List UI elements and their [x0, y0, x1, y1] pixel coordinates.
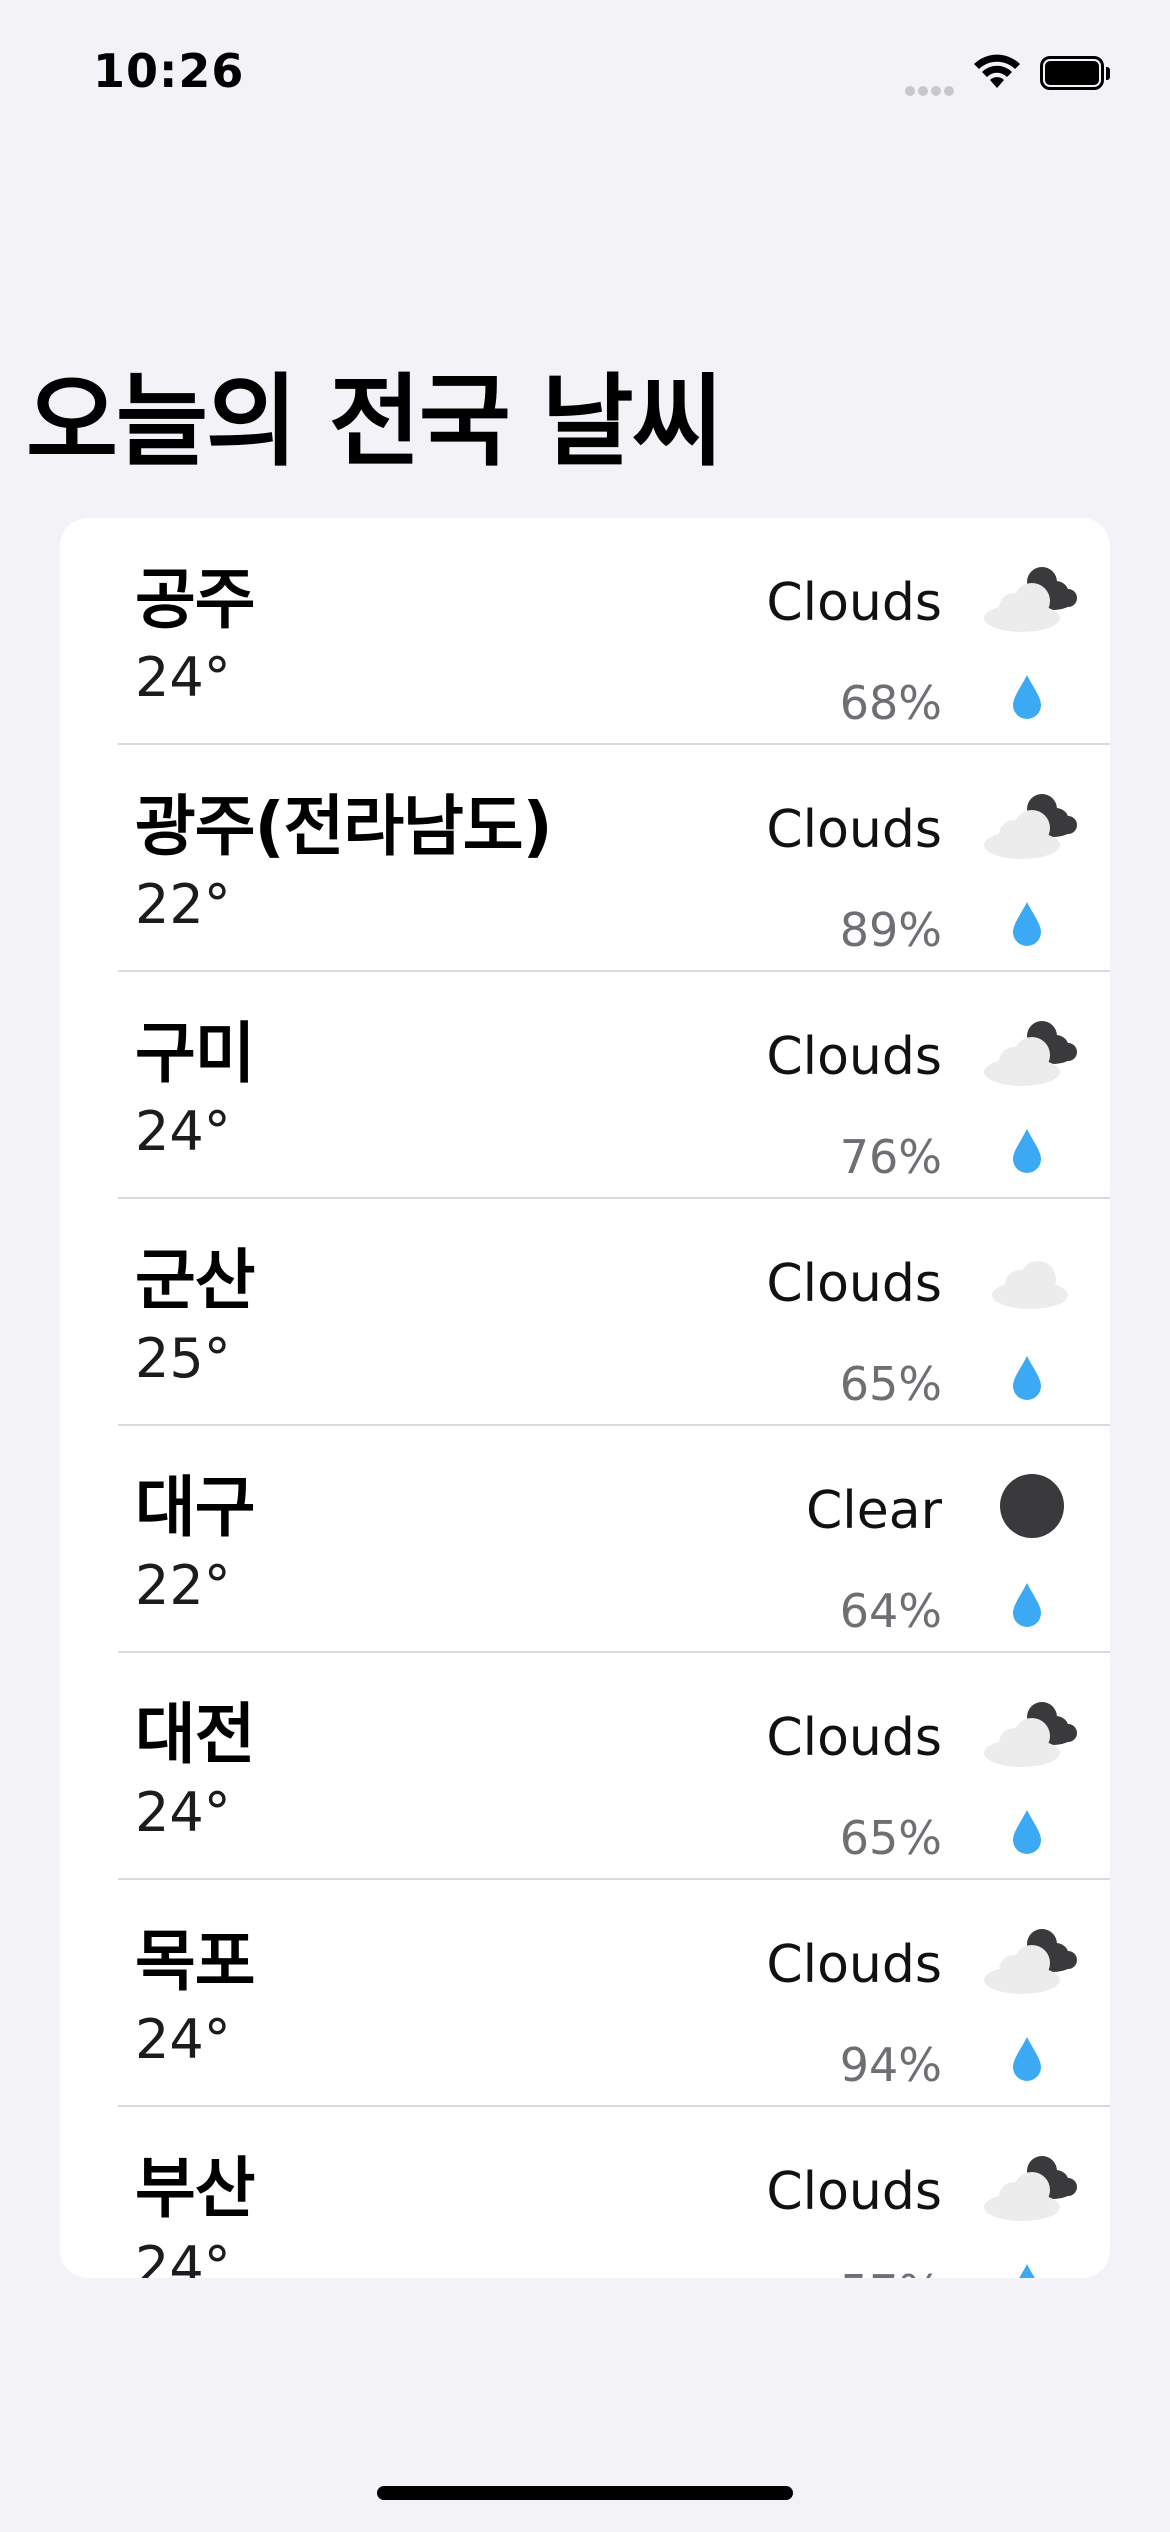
status-time: 10:26: [93, 44, 245, 98]
city-row[interactable]: 대구 22° Clear 64%: [60, 1426, 1110, 1653]
humidity-value: 89%: [839, 903, 942, 957]
weather-condition: Clouds: [766, 2162, 942, 2222]
humidity-drop-icon: [1019, 2264, 1035, 2278]
weather-condition: Clouds: [766, 573, 942, 633]
cloud-sun-icon: [984, 567, 1077, 632]
city-name: 목포: [135, 1923, 255, 2000]
weather-condition: Clear: [806, 1481, 942, 1541]
city-name: 광주(전라남도): [135, 788, 553, 865]
weather-condition: Clouds: [766, 1935, 942, 1995]
humidity-value: 94%: [839, 2038, 942, 2092]
city-temperature: 24°: [135, 1100, 231, 1163]
cellular-signal-icon: [905, 81, 957, 100]
humidity-value: 68%: [839, 676, 942, 730]
city-row[interactable]: 대전 24° Clouds 65%: [60, 1653, 1110, 1880]
cloud-icon: [992, 1261, 1068, 1309]
humidity-drop-icon: [1013, 1356, 1041, 1400]
cloud-sun-icon: [984, 2156, 1077, 2221]
page-title: 오늘의 전국 날씨: [26, 363, 724, 480]
city-temperature: 22°: [135, 873, 231, 936]
humidity-drop-icon: [1013, 1583, 1041, 1627]
city-name: 구미: [135, 1015, 255, 1092]
weather-condition: Clouds: [766, 1027, 942, 1087]
humidity-value: 57%: [840, 2265, 942, 2278]
sun-icon: [1000, 1474, 1064, 1538]
city-temperature: 24°: [135, 646, 231, 709]
city-row[interactable]: 광주(전라남도) 22° Clouds 89%: [60, 745, 1110, 972]
city-row[interactable]: 구미 24° Clouds 76%: [60, 972, 1110, 1199]
city-name: 공주: [135, 561, 255, 638]
city-temperature: 24°: [135, 2235, 231, 2278]
city-name: 대전: [135, 1696, 255, 1773]
cloud-sun-icon: [984, 1021, 1077, 1086]
city-name: 부산: [135, 2150, 255, 2227]
city-temperature: 24°: [135, 2008, 231, 2071]
weather-condition: Clouds: [766, 800, 942, 860]
city-row[interactable]: 목포 24° Clouds 94%: [60, 1880, 1110, 2107]
weather-condition: Clouds: [766, 1708, 942, 1768]
humidity-drop-icon: [1013, 675, 1041, 719]
humidity-value: 76%: [839, 1130, 942, 1184]
cloud-sun-icon: [984, 794, 1077, 859]
humidity-drop-icon: [1013, 1810, 1041, 1854]
humidity-value: 65%: [839, 1811, 942, 1865]
battery-icon: [1040, 56, 1110, 91]
humidity-drop-icon: [1013, 902, 1041, 946]
cloud-sun-icon: [984, 1702, 1077, 1767]
city-weather-list[interactable]: 공주 24° Clouds 68% 광주(전라남도) 22° Clouds 89…: [60, 518, 1110, 2278]
status-bar: 10:26: [0, 0, 1170, 150]
city-row[interactable]: 부산 24° Clouds 57%: [60, 2107, 1110, 2278]
city-name: 대구: [135, 1469, 255, 1546]
home-indicator[interactable]: [377, 2486, 793, 2500]
city-row[interactable]: 군산 25° Clouds 65%: [60, 1199, 1110, 1426]
wifi-icon: [974, 54, 1020, 88]
cloud-sun-icon: [984, 1929, 1077, 1994]
city-temperature: 24°: [135, 1781, 231, 1844]
humidity-value: 65%: [839, 1357, 942, 1411]
city-name: 군산: [135, 1242, 255, 1319]
weather-condition: Clouds: [766, 1254, 942, 1314]
humidity-drop-icon: [1013, 1129, 1041, 1173]
humidity-drop-icon: [1013, 2037, 1041, 2081]
city-temperature: 25°: [135, 1327, 231, 1390]
city-temperature: 22°: [135, 1554, 231, 1617]
city-row[interactable]: 공주 24° Clouds 68%: [60, 518, 1110, 745]
humidity-value: 64%: [839, 1584, 942, 1638]
